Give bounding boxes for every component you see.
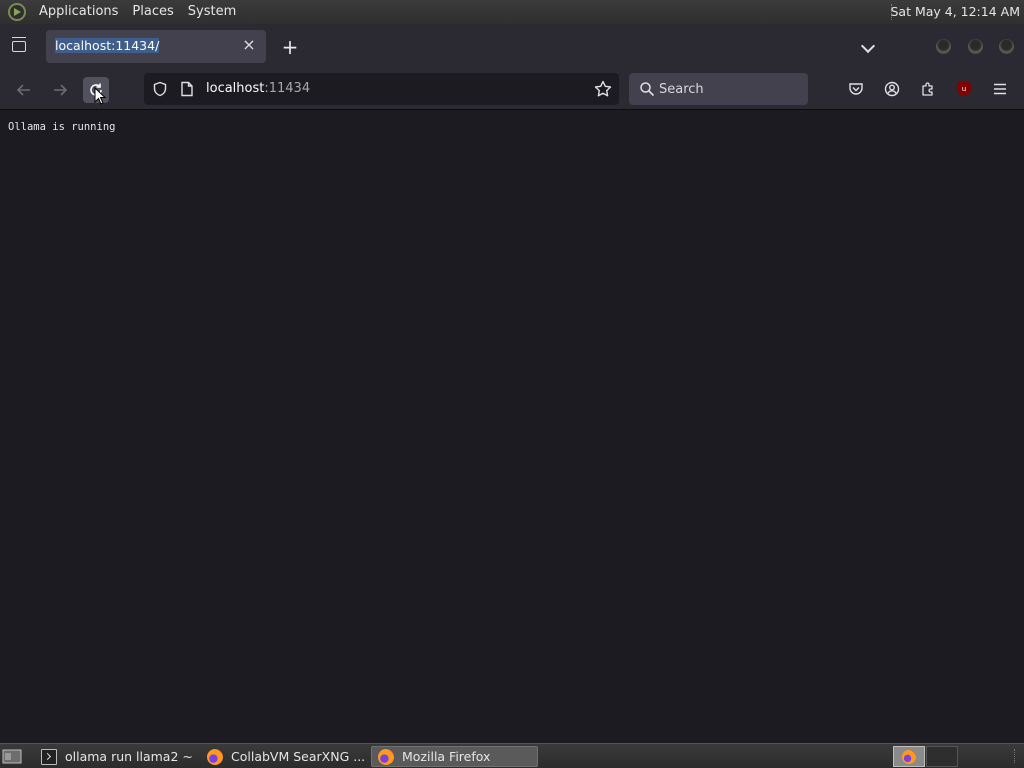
ublock-origin-button[interactable]: u — [951, 76, 977, 102]
menu-system[interactable]: System — [181, 0, 243, 24]
mouse-pointer-icon — [94, 87, 106, 105]
nav-toolbar: localhost:11434 u — [0, 68, 1024, 110]
task-collabvm-searxng[interactable]: CollabVM SearXNG ... — [201, 746, 367, 767]
taskbar: ollama run llama2 ~ CollabVM SearXNG ...… — [0, 743, 1024, 768]
terminal-icon — [41, 748, 57, 765]
menu-applications[interactable]: Applications — [32, 0, 125, 24]
ublock-origin-icon: u — [957, 82, 971, 96]
search-icon — [640, 82, 655, 97]
show-desktop-icon[interactable] — [2, 747, 22, 765]
menu-places[interactable]: Places — [125, 0, 180, 24]
back-button[interactable] — [11, 77, 37, 103]
task-label: CollabVM SearXNG ... — [231, 749, 366, 764]
account-icon — [884, 81, 900, 97]
search-bar[interactable] — [629, 73, 808, 105]
tracking-shield-icon[interactable] — [152, 81, 168, 97]
page-info-icon[interactable] — [180, 81, 194, 97]
minimize-window-button[interactable] — [936, 39, 951, 54]
firefox-icon — [207, 748, 223, 765]
tab-strip: localhost:11434/ × + — [0, 24, 1024, 68]
pocket-icon — [849, 83, 863, 95]
tab-close-icon[interactable]: × — [240, 36, 258, 54]
back-arrow-icon — [16, 84, 30, 96]
tab-title: localhost:11434/ — [55, 38, 160, 53]
bookmark-star-icon[interactable] — [593, 79, 613, 99]
forward-button[interactable] — [47, 77, 73, 103]
url-bar[interactable]: localhost:11434 — [144, 73, 619, 105]
taskbar-separator — [1014, 749, 1016, 763]
puzzle-icon — [922, 82, 933, 96]
close-window-button[interactable] — [999, 39, 1014, 54]
forward-arrow-icon — [54, 84, 68, 96]
firefox-view-icon — [12, 37, 26, 52]
url-host: localhost — [206, 81, 265, 96]
clock[interactable]: Sat May 4, 12:14 AM — [890, 0, 1020, 24]
tab-localhost[interactable]: localhost:11434/ × — [46, 30, 266, 63]
app-menu-button[interactable] — [987, 76, 1013, 102]
list-all-tabs-chevron-icon[interactable] — [857, 36, 879, 58]
search-input[interactable] — [659, 79, 799, 99]
extensions-button[interactable] — [915, 76, 941, 102]
maximize-window-button[interactable] — [968, 39, 983, 54]
page-content: Ollama is running — [0, 111, 1024, 743]
distro-logo-icon[interactable] — [8, 3, 26, 21]
top-panel: Applications Places System Sat May 4, 12… — [0, 0, 1024, 24]
task-label: Mozilla Firefox — [402, 749, 491, 764]
firefox-icon — [378, 748, 394, 765]
pocket-button[interactable] — [843, 76, 869, 102]
page-body-text: Ollama is running — [8, 121, 116, 133]
account-button[interactable] — [879, 76, 905, 102]
hamburger-menu-icon — [994, 83, 1006, 95]
task-terminal[interactable]: ollama run llama2 ~ — [35, 746, 195, 767]
workspace-2[interactable] — [926, 746, 958, 767]
task-label: ollama run llama2 ~ — [65, 749, 193, 764]
new-tab-button[interactable]: + — [279, 36, 301, 58]
firefox-icon — [902, 749, 916, 764]
workspace-1[interactable] — [893, 746, 925, 767]
firefox-view-button[interactable] — [8, 36, 30, 58]
task-mozilla-firefox[interactable]: Mozilla Firefox — [371, 746, 538, 767]
url-port: :11434 — [264, 81, 311, 96]
